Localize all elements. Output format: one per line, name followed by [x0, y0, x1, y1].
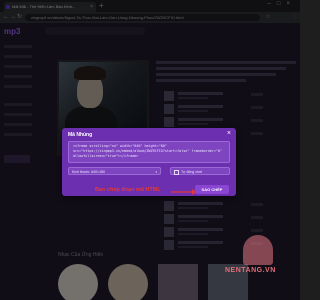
size-select[interactable]: Kích thước: 640×180 ▾ — [68, 167, 161, 175]
annotation-text: Bao chép đoạn mã HTML — [95, 187, 161, 193]
close-icon[interactable]: × — [227, 130, 231, 138]
watermark: NENTANG.VN — [225, 235, 295, 290]
size-select-value: Kích thước: 640×180 — [72, 170, 105, 174]
embed-code-textarea[interactable]: <iframe scrolling="no" width="640" heigh… — [68, 141, 230, 163]
watermark-text: NENTANG.VN — [225, 267, 276, 274]
annotation-arrow-icon — [171, 189, 196, 195]
embed-code-line: allowfullscreen="true"></iframe> — [73, 154, 139, 158]
copy-button[interactable]: SAO CHÉP — [195, 185, 229, 194]
modal-title: Mã Nhúng — [68, 132, 93, 138]
embed-code-modal: Mã Nhúng × <iframe scrolling="no" width=… — [62, 128, 236, 196]
autoplay-label: Tự động chơi — [181, 170, 202, 174]
autoplay-checkbox[interactable] — [174, 170, 179, 175]
chevron-down-icon: ▾ — [155, 170, 157, 174]
watermark-logo-icon — [243, 235, 273, 265]
autoplay-toggle[interactable]: Tự động chơi — [170, 167, 230, 175]
